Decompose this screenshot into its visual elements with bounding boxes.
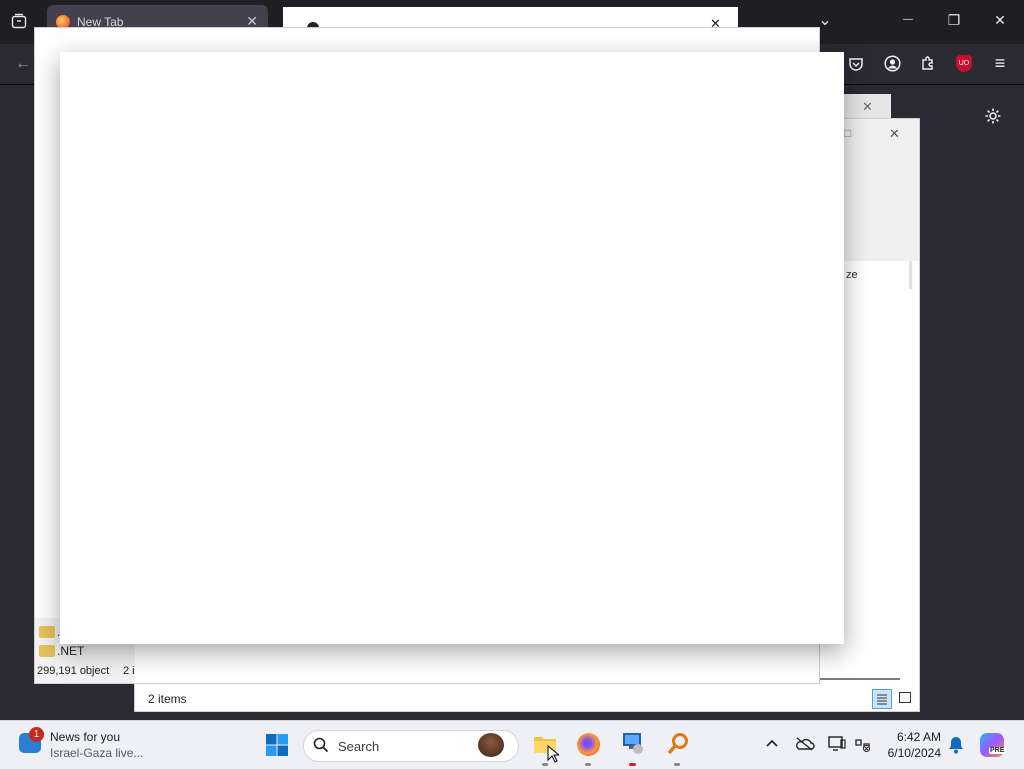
extensions-icon[interactable]: [920, 55, 937, 72]
clock-date[interactable]: 6/10/2024: [878, 746, 941, 760]
status-partial: 2 i: [123, 665, 135, 677]
firefox-taskbar-icon[interactable]: [577, 733, 600, 756]
remote-desktop-icon[interactable]: [621, 731, 645, 755]
status-object-count: 299,191 object: [37, 665, 110, 677]
settings-gear-icon[interactable]: [984, 107, 1002, 125]
network-disconnected-icon[interactable]: [854, 736, 871, 753]
folder-icon: [39, 626, 55, 638]
start-windows-icon[interactable]: [265, 733, 289, 757]
running-indicator: [674, 763, 680, 766]
status-item-count: 2 items: [148, 692, 187, 706]
search-label: Search: [338, 739, 380, 754]
restore-button[interactable]: ❐: [944, 12, 964, 29]
pocket-icon[interactable]: [848, 56, 864, 72]
news-title[interactable]: News for you: [50, 730, 120, 744]
details-view-button[interactable]: [872, 689, 892, 709]
display-icon[interactable]: [828, 735, 846, 752]
close-button[interactable]: ✕: [990, 12, 1010, 29]
minimize-button[interactable]: —: [898, 14, 918, 25]
app-menu-icon[interactable]: ≡: [990, 54, 1010, 72]
explorer-close-icon[interactable]: ✕: [889, 126, 900, 142]
folder-icon: [39, 645, 55, 657]
search-tool-icon[interactable]: [666, 732, 690, 756]
tiles-view-button[interactable]: [897, 690, 913, 706]
running-indicator-active: [629, 763, 636, 766]
mouse-cursor-icon: [547, 744, 561, 763]
account-icon[interactable]: [884, 55, 901, 72]
clock-time[interactable]: 6:42 AM: [893, 730, 941, 744]
blank-foreground-window: [60, 52, 844, 644]
search-highlight-icon: [478, 733, 504, 757]
tab-overview-icon[interactable]: [11, 13, 27, 29]
ublock-origin-icon[interactable]: UO: [956, 55, 972, 72]
running-indicator: [542, 763, 548, 766]
mid-dialog-close-icon[interactable]: ✕: [862, 99, 873, 115]
back-icon[interactable]: ←: [13, 56, 33, 72]
explorer-restore-icon[interactable]: □: [844, 126, 851, 140]
folder-name: .NET: [57, 644, 85, 658]
background-dialog-mid: ✕: [843, 94, 891, 118]
search-icon: [313, 737, 329, 753]
notification-bell-icon[interactable]: [948, 736, 964, 754]
list-item[interactable]: .NET: [39, 643, 134, 659]
taskbar-search[interactable]: Search: [303, 730, 519, 762]
news-subtitle[interactable]: Israel-Gaza live...: [50, 746, 143, 760]
column-header-size[interactable]: ze: [846, 269, 858, 281]
onedrive-offline-icon[interactable]: [795, 737, 815, 751]
news-badge: 1: [29, 727, 44, 742]
vertical-scrollbar[interactable]: [909, 261, 912, 289]
running-indicator: [585, 763, 591, 766]
copilot-preview-badge: PRE: [989, 747, 1006, 754]
chevron-up-icon[interactable]: [765, 737, 779, 749]
taskbar: 1 News for you Israel-Gaza live... Searc…: [0, 720, 1024, 769]
